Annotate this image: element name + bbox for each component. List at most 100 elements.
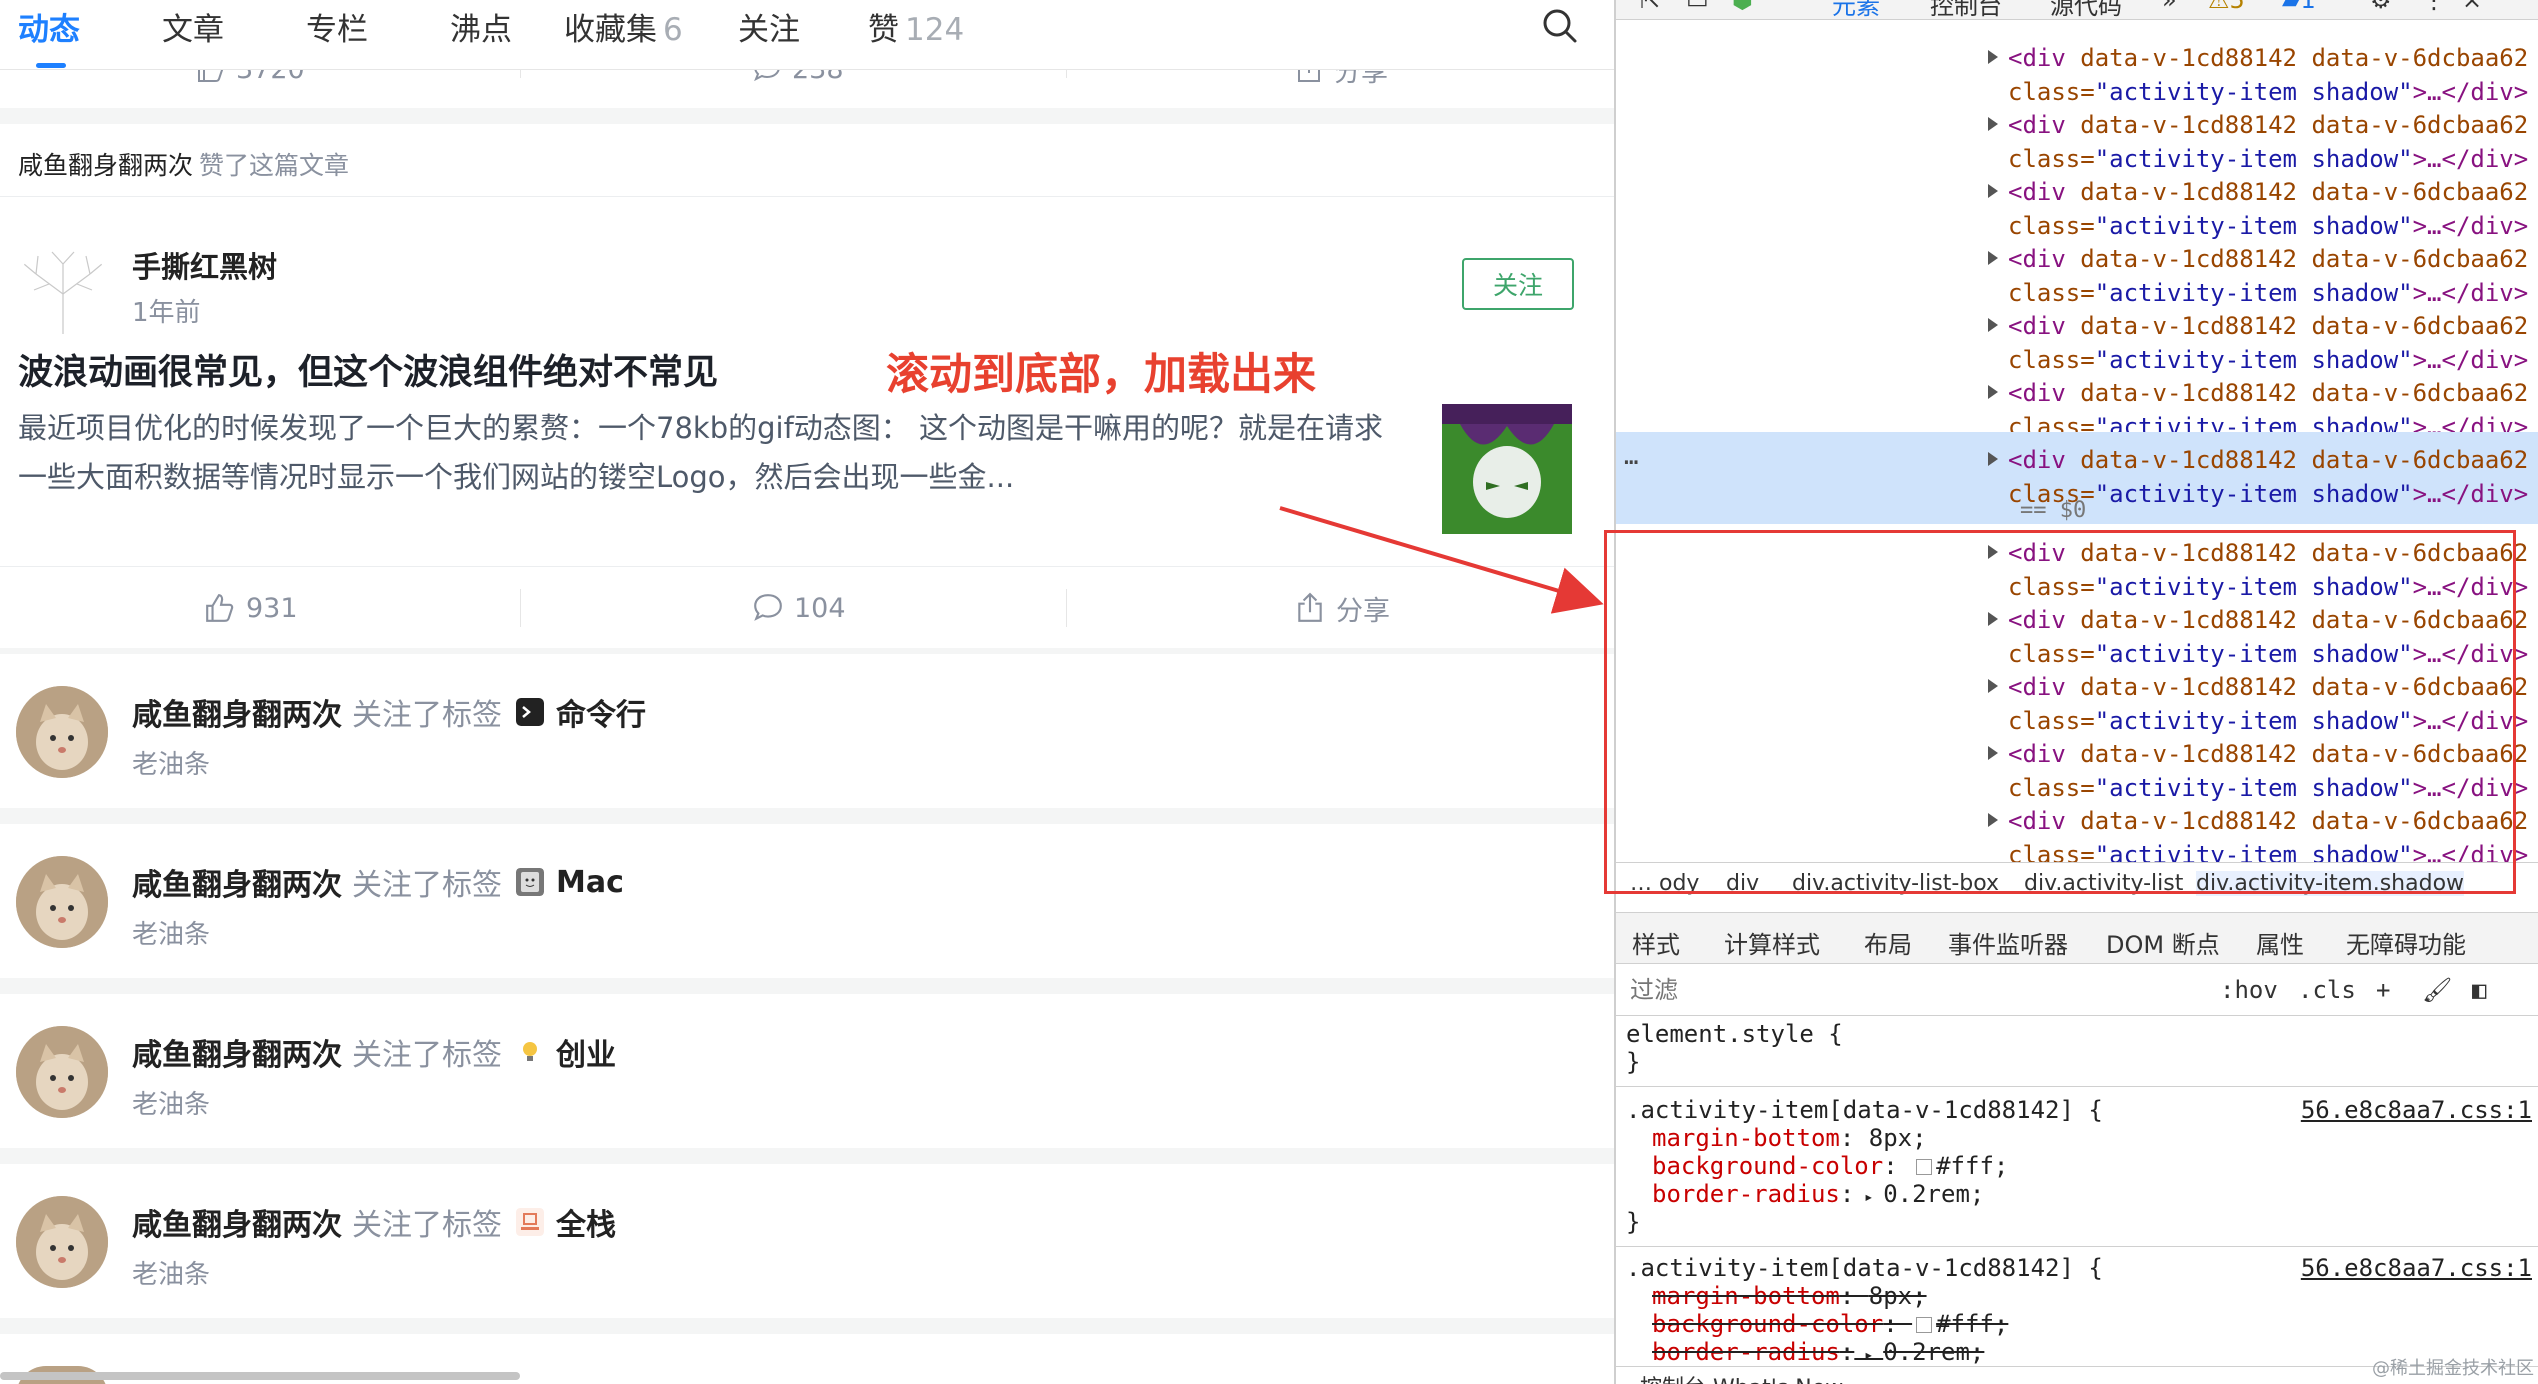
user-name[interactable]: 咸鱼翻身翻两次 (132, 1200, 342, 1244)
expand-triangle-icon[interactable] (1988, 318, 1998, 332)
tag-name[interactable]: 创业 (556, 1030, 616, 1074)
expand-triangle-icon[interactable] (1988, 251, 1998, 265)
device-toggle-icon[interactable]: ▭ (1686, 0, 1709, 14)
dom-node[interactable]: <div data-v-1cd88142 data-v-6dcbaa62 clas… (1616, 97, 2538, 173)
user-avatar[interactable] (16, 856, 108, 948)
tag-follow-card[interactable]: 咸鱼翻身翻两次 关注了标签 命令行 老油条 (0, 654, 1614, 808)
tag-follow-card[interactable]: 咸鱼翻身翻两次 关注了标签 Mac 老油条 (0, 824, 1614, 978)
css-rule-selector[interactable]: .activity-item[data-v-1cd88142] { (1626, 1254, 2103, 1282)
hover-state-toggle[interactable]: :hov (2220, 976, 2278, 1004)
new-rule-button[interactable]: + (2376, 976, 2390, 1004)
tab-sources[interactable]: 源代码 (2050, 0, 2122, 19)
expand-triangle-icon[interactable] (1988, 452, 1998, 466)
dom-node[interactable]: <div data-v-1cd88142 data-v-6dcbaa62 clas… (1616, 365, 2538, 441)
css-declaration[interactable]: background-color: #fff; (1652, 1152, 2008, 1180)
dom-node-selected[interactable]: <div data-v-1cd88142 data-v-6dcbaa62 clas… (1616, 432, 2538, 524)
tab-articles[interactable]: 文章 (162, 4, 224, 49)
css-declaration[interactable]: margin-bottom: 8px; (1652, 1124, 1927, 1152)
search-icon[interactable] (1540, 6, 1580, 46)
expand-triangle-icon[interactable] (1988, 50, 1998, 64)
author-name[interactable]: 手撕红黑树 (132, 244, 277, 286)
css-declaration-overridden[interactable]: margin-bottom: 8px; (1652, 1282, 1927, 1310)
close-icon[interactable]: × (2462, 0, 2482, 14)
rule-close: } (1626, 1048, 1641, 1076)
tab-layout[interactable]: 布局 (1864, 925, 1912, 960)
node-actions-icon[interactable]: … (1624, 442, 1638, 470)
styles-filter-bar: :hov .cls + 🖌 ◧ (1616, 964, 2538, 1016)
styles-filter-input[interactable] (1630, 976, 2130, 1004)
tag-follow-card[interactable]: 咸鱼翻身翻两次 关注了标签 全栈 老油条 (0, 1164, 1614, 1318)
tab-pins[interactable]: 沸点 (450, 4, 512, 49)
css-declaration-overridden[interactable]: background-color: #fff; (1652, 1310, 2008, 1338)
tag-name[interactable]: Mac (556, 865, 624, 900)
css-source-link[interactable]: 56.e8c8aa7.css:1 (2301, 1096, 2532, 1124)
divider (520, 589, 521, 627)
expand-triangle-icon[interactable] (1988, 184, 1998, 198)
sidebar-toggle-icon[interactable]: ◧ (2472, 976, 2486, 1004)
inspect-icon[interactable]: ⇱ (1640, 0, 1660, 14)
activity-header: 咸鱼翻身翻两次 赞了这篇文章 (18, 146, 349, 182)
expand-triangle-icon[interactable] (1988, 117, 1998, 131)
tab-collections[interactable]: 收藏集 6 (564, 4, 683, 49)
css-source-link[interactable]: 56.e8c8aa7.css:1 (2301, 1254, 2532, 1282)
css-declaration[interactable]: border-radius: ▸ 0.2rem; (1652, 1180, 1984, 1208)
divider (0, 196, 1614, 197)
user-name[interactable]: 咸鱼翻身翻两次 (132, 860, 342, 904)
expand-triangle-icon[interactable] (1988, 385, 1998, 399)
actor-name[interactable]: 咸鱼翻身翻两次 (18, 151, 193, 180)
dom-node[interactable]: <div data-v-1cd88142 data-v-6dcbaa62 clas… (1616, 30, 2538, 106)
color-swatch[interactable] (1916, 1159, 1933, 1175)
tab-likes[interactable]: 赞 124 (868, 4, 964, 49)
article-title[interactable]: 波浪动画很常见，但这个波浪组件绝对不常见 (18, 344, 718, 395)
color-swatch[interactable] (1916, 1317, 1933, 1333)
horizontal-scrollbar[interactable] (0, 1372, 520, 1380)
tab-following[interactable]: 关注 (738, 4, 800, 49)
tab-accessibility[interactable]: 无障碍功能 (2346, 925, 2466, 960)
profile-tabs: 动态 文章 专栏 沸点 收藏集 6 关注 赞 124 (0, 0, 1614, 70)
dom-node-open-tag: <div data-v-1cd88142 data-v-6dcbaa62 (2008, 44, 2529, 72)
fullstack-icon (516, 1208, 544, 1236)
tab-event-listeners[interactable]: 事件监听器 (1948, 925, 2068, 960)
dom-node[interactable]: <div data-v-1cd88142 data-v-6dcbaa62 clas… (1616, 231, 2538, 307)
dom-node[interactable]: <div data-v-1cd88142 data-v-6dcbaa62 clas… (1616, 298, 2538, 374)
warnings-badge[interactable]: ⚠5 (2208, 0, 2245, 14)
article-summary[interactable]: 最近项目优化的时候发现了一个巨大的累赘：一个78kb的gif动态图： 这个动图是… (18, 404, 1408, 502)
styles-pane: element.style { } .activity-item[data-v-… (1616, 1016, 2538, 1384)
tab-activity[interactable]: 动态 (18, 4, 80, 49)
active-tab-indicator (36, 63, 66, 68)
messages-badge[interactable]: ▰1 (2282, 0, 2316, 14)
comment-button[interactable]: 104 (752, 567, 846, 649)
tab-properties[interactable]: 属性 (2256, 925, 2304, 960)
element-style-selector[interactable]: element.style { (1626, 1020, 1843, 1048)
tag-name[interactable]: 全栈 (556, 1200, 616, 1244)
like-button[interactable]: 931 (204, 567, 298, 649)
more-tabs-icon[interactable]: » (2162, 0, 2177, 14)
tag-name[interactable]: 命令行 (556, 690, 646, 734)
css-declaration-overridden[interactable]: border-radius: ▸ 0.2rem; (1652, 1338, 1984, 1366)
divider (1616, 1086, 2538, 1087)
tab-console[interactable]: 控制台 (1930, 0, 2002, 19)
tag-follow-card[interactable]: 咸鱼翻身翻两次 关注了标签 创业 老油条 (0, 994, 1614, 1148)
kebab-menu-icon[interactable]: ⋮ (2422, 0, 2446, 14)
user-avatar[interactable] (16, 1026, 108, 1118)
console-drawer-tabs[interactable]: 控制台 What's New (1640, 1370, 1843, 1384)
user-name[interactable]: 咸鱼翻身翻两次 (132, 690, 342, 734)
css-rule-selector[interactable]: .activity-item[data-v-1cd88142] { (1626, 1096, 2103, 1124)
tab-columns[interactable]: 专栏 (306, 4, 368, 49)
user-avatar[interactable] (16, 686, 108, 778)
author-avatar[interactable] (16, 244, 110, 338)
class-toggle[interactable]: .cls (2298, 976, 2356, 1004)
tab-computed[interactable]: 计算样式 (1724, 925, 1820, 960)
activity-verb: 赞了这篇文章 (199, 151, 350, 180)
vue-devtools-icon[interactable]: ⬢ (1732, 0, 1753, 14)
user-avatar[interactable] (16, 1196, 108, 1288)
tab-dom-breakpoints[interactable]: DOM 断点 (2106, 925, 2220, 960)
annotation-arrow (1279, 506, 1604, 614)
dom-node[interactable]: <div data-v-1cd88142 data-v-6dcbaa62 clas… (1616, 164, 2538, 240)
follow-button[interactable]: 关注 (1462, 258, 1574, 310)
user-name[interactable]: 咸鱼翻身翻两次 (132, 1030, 342, 1074)
paint-brush-icon[interactable]: 🖌 (2422, 976, 2452, 1004)
tab-elements[interactable]: 元素 (1832, 0, 1880, 19)
dom-node-open-tag: <div data-v-1cd88142 data-v-6dcbaa62 (2008, 245, 2529, 273)
gear-icon[interactable]: ⚙ (2370, 0, 2392, 14)
